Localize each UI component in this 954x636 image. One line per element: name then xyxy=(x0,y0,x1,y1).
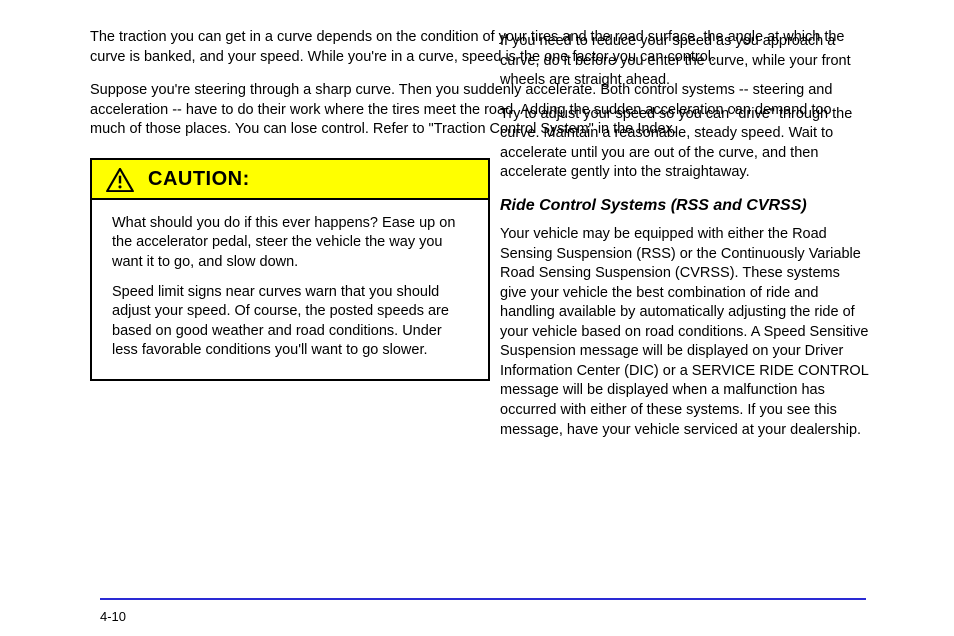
caution-body: What should you do if this ever happens?… xyxy=(92,200,488,379)
hazard-triangle-icon xyxy=(106,168,134,192)
paragraph: Your vehicle may be equipped with either… xyxy=(500,225,870,440)
page-number: 4-10 xyxy=(100,609,126,624)
footer-rule xyxy=(100,598,866,600)
ride-control-heading: Ride Control Systems (RSS and CVRSS) xyxy=(500,197,870,215)
paragraph: If you need to reduce your speed as you … xyxy=(500,32,870,91)
caution-label: CAUTION: xyxy=(148,168,250,191)
caution-callout: CAUTION: What should you do if this ever… xyxy=(90,158,490,381)
caution-paragraph: Speed limit signs near curves warn that … xyxy=(112,283,468,361)
caution-header: CAUTION: xyxy=(92,160,488,200)
caution-paragraph: What should you do if this ever happens?… xyxy=(112,214,468,273)
paragraph: Try to adjust your speed so you can "dri… xyxy=(500,105,870,183)
